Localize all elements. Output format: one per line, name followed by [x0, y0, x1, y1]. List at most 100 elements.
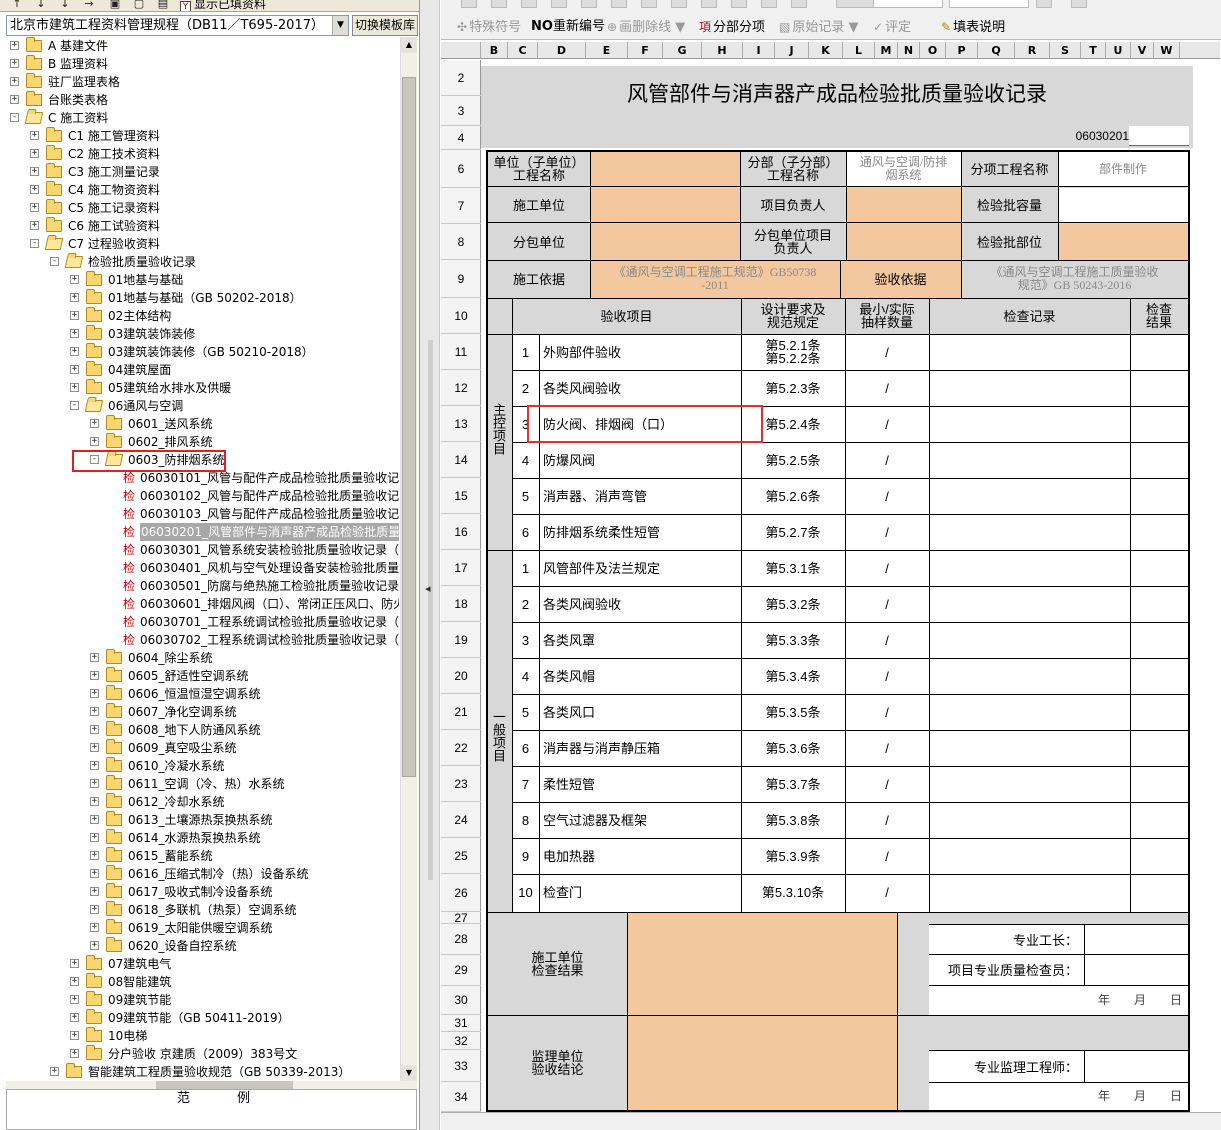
- row-header-34[interactable]: 34: [441, 1082, 481, 1112]
- row-header-22[interactable]: 22: [441, 730, 481, 766]
- expander-icon[interactable]: -: [50, 257, 59, 266]
- tree-node[interactable]: +0616_压缩式制冷（热）设备系统: [6, 865, 399, 883]
- row-header-21[interactable]: 21: [441, 694, 481, 730]
- scrollbar-thumb[interactable]: [402, 77, 416, 777]
- row-header-4[interactable]: 4: [441, 126, 481, 150]
- tree-node[interactable]: +0607_净化空调系统: [6, 703, 399, 721]
- expander-icon[interactable]: +: [10, 95, 19, 104]
- right-arrow-icon[interactable]: →: [80, 0, 98, 10]
- collapse-left-icon[interactable]: ◂: [425, 582, 431, 595]
- tree-node[interactable]: +09建筑节能（GB 50411-2019）: [6, 1009, 399, 1027]
- tree-node[interactable]: 检 06030301_风管系统安装检验批质量验收记录（防: [6, 541, 399, 559]
- expander-icon[interactable]: +: [90, 779, 99, 788]
- tree-node[interactable]: +03建筑装饰装修: [6, 325, 399, 343]
- tree-node[interactable]: + 台账类表格: [6, 91, 399, 109]
- row-header-12[interactable]: 12: [441, 370, 481, 406]
- expander-icon[interactable]: +: [90, 437, 99, 446]
- toolbar-button-icon[interactable]: [731, 0, 747, 8]
- expander-icon[interactable]: +: [90, 905, 99, 914]
- expander-icon[interactable]: +: [70, 1049, 79, 1058]
- tree-node[interactable]: +0610_冷凝水系统: [6, 757, 399, 775]
- expander-icon[interactable]: +: [90, 869, 99, 878]
- expander-icon[interactable]: +: [90, 653, 99, 662]
- expander-icon[interactable]: +: [70, 959, 79, 968]
- chevron-down-icon[interactable]: ▼: [332, 16, 348, 35]
- row-header-30[interactable]: 30: [441, 986, 481, 1015]
- expander-icon[interactable]: +: [10, 41, 19, 50]
- zoom-select[interactable]: [873, 0, 943, 8]
- col-header-F[interactable]: F: [628, 42, 663, 59]
- row-header-2[interactable]: 2: [441, 60, 481, 96]
- row-header-28[interactable]: 28: [441, 924, 481, 955]
- expander-icon[interactable]: +: [90, 689, 99, 698]
- toolbar-button-icon[interactable]: [1036, 0, 1052, 8]
- col-header-M[interactable]: M: [875, 42, 898, 59]
- row-header-26[interactable]: 26: [441, 874, 481, 912]
- expander-icon[interactable]: +: [30, 221, 39, 230]
- tree-node[interactable]: +08智能建筑: [6, 973, 399, 991]
- toolbar-button-icon[interactable]: [1071, 0, 1087, 8]
- expander-icon[interactable]: +: [30, 167, 39, 176]
- tree-node[interactable]: - 检验批质量验收记录: [6, 253, 399, 271]
- tree-node[interactable]: 检 06030201_风管部件与消声器产成品检验批质量验: [6, 523, 399, 541]
- expander-icon[interactable]: -: [10, 113, 19, 122]
- tree-node[interactable]: + 驻厂监理表格: [6, 73, 399, 91]
- row-header-17[interactable]: 17: [441, 550, 481, 586]
- tree-node[interactable]: +0615_蓄能系统: [6, 847, 399, 865]
- row-header-10[interactable]: 10: [441, 298, 481, 334]
- col-header-B[interactable]: B: [481, 42, 508, 59]
- row-header-32[interactable]: 32: [441, 1032, 481, 1050]
- tree-node[interactable]: +0609_真空吸尘系统: [6, 739, 399, 757]
- add-file-icon[interactable]: ▣: [106, 0, 124, 10]
- tree-node[interactable]: +0611_空调（冷、热）水系统: [6, 775, 399, 793]
- scroll-up-icon[interactable]: ▲: [401, 37, 417, 53]
- row-header-31[interactable]: 31: [441, 1015, 481, 1032]
- row-header-25[interactable]: 25: [441, 838, 481, 874]
- doc-number-input[interactable]: [1129, 126, 1189, 146]
- tree-node[interactable]: +01地基与基础: [6, 271, 399, 289]
- tree-node[interactable]: 检 06030102_风管与配件产成品检验批质量验收记录: [6, 487, 399, 505]
- scroll-down-icon[interactable]: ▼: [401, 1065, 417, 1081]
- expander-icon[interactable]: +: [90, 419, 99, 428]
- tree-node[interactable]: +0619_太阳能供暖空调系统: [6, 919, 399, 937]
- expander-icon[interactable]: +: [30, 185, 39, 194]
- tree-node[interactable]: +0614_水源热泵换热系统: [6, 829, 399, 847]
- row-header-15[interactable]: 15: [441, 478, 481, 514]
- expander-icon[interactable]: +: [90, 671, 99, 680]
- special-symbol-button[interactable]: ✣ 特殊符号: [457, 18, 521, 36]
- col-header-R[interactable]: R: [1015, 42, 1050, 59]
- row-header-3[interactable]: 3: [441, 96, 481, 126]
- tree-node[interactable]: + C2 施工技术资料: [6, 145, 399, 163]
- col-header-T[interactable]: T: [1081, 42, 1106, 59]
- panel-splitter[interactable]: ◂: [420, 0, 440, 1130]
- toolbar-button-icon[interactable]: [701, 0, 717, 8]
- toolbar-button-icon[interactable]: [761, 0, 777, 8]
- tree-node[interactable]: - 06通风与空调: [6, 397, 399, 415]
- font-select[interactable]: [949, 0, 1029, 8]
- col-header-H[interactable]: H: [702, 42, 743, 59]
- toolbar-button-icon[interactable]: [491, 0, 507, 8]
- tree-horizontal-scrollbar[interactable]: [6, 1081, 417, 1089]
- expander-icon[interactable]: +: [70, 977, 79, 986]
- expander-icon[interactable]: +: [90, 725, 99, 734]
- col-header-I[interactable]: I: [743, 42, 775, 59]
- row-header-13[interactable]: 13: [441, 406, 481, 442]
- tree-node[interactable]: +04建筑屋面: [6, 361, 399, 379]
- col-header-V[interactable]: V: [1131, 42, 1154, 59]
- original-record-button[interactable]: ▧ 原始记录 ▼: [779, 18, 859, 36]
- expander-icon[interactable]: +: [50, 1067, 59, 1076]
- tree-node[interactable]: 检 06030501_防腐与绝热施工检验批质量验收记录（: [6, 577, 399, 595]
- tree-node[interactable]: 检 06030701_工程系统调试检验批质量验收记录（单: [6, 613, 399, 631]
- col-header-D[interactable]: D: [538, 42, 586, 59]
- row-header-29[interactable]: 29: [441, 955, 481, 986]
- expander-icon[interactable]: +: [70, 293, 79, 302]
- toolbar-button-icon[interactable]: [551, 0, 567, 8]
- tree-node[interactable]: - C 施工资料: [6, 109, 399, 127]
- show-filled-toggle[interactable]: Y 显示已填资料: [180, 0, 266, 11]
- toolbar-button-icon[interactable]: [521, 0, 537, 8]
- expander-icon[interactable]: +: [90, 815, 99, 824]
- expander-icon[interactable]: +: [90, 707, 99, 716]
- expander-icon[interactable]: +: [90, 941, 99, 950]
- expander-icon[interactable]: +: [10, 77, 19, 86]
- col-header-C[interactable]: C: [508, 42, 538, 59]
